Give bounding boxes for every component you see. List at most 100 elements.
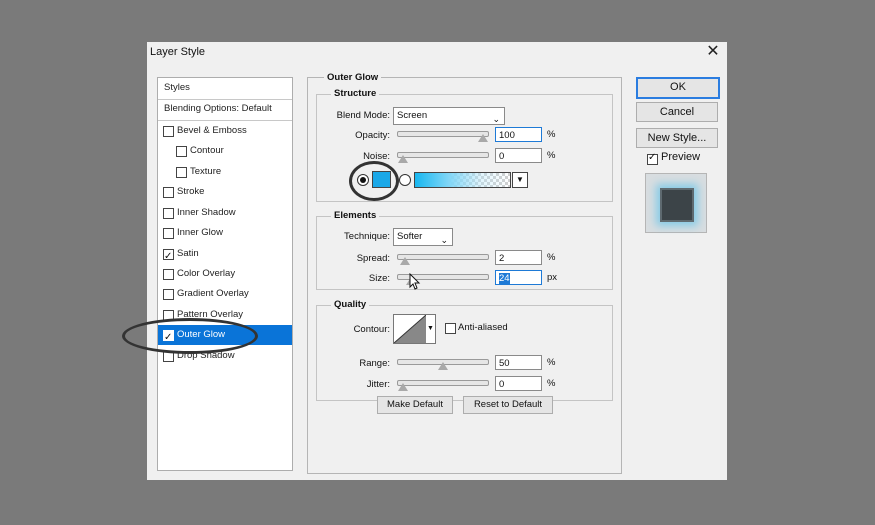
noise-unit: % xyxy=(547,150,556,161)
elements-group: Elements Technique: Softer ⌄ Spread: 2 %… xyxy=(316,210,613,290)
preview-thumbnail xyxy=(660,188,694,222)
style-item-gradient-overlay[interactable]: Gradient Overlay xyxy=(158,284,292,304)
style-item-label: Blending Options: Default xyxy=(164,103,272,114)
spread-value: 2 xyxy=(499,253,505,264)
style-item-checkbox[interactable] xyxy=(163,208,174,219)
spread-slider-thumb[interactable] xyxy=(400,257,410,265)
style-item-label: Bevel & Emboss xyxy=(177,125,247,136)
chevron-down-icon: ⌄ xyxy=(492,114,500,124)
noise-slider[interactable] xyxy=(397,152,489,163)
panel-title: Outer Glow xyxy=(324,72,382,83)
jitter-label: Jitter: xyxy=(366,379,390,390)
dialog-title: Layer Style xyxy=(150,46,206,58)
style-item-label: Inner Glow xyxy=(177,227,223,238)
style-item-bevel-emboss[interactable]: Bevel & Emboss xyxy=(158,121,292,141)
reset-to-default-button[interactable]: Reset to Default xyxy=(463,396,553,414)
style-item-checkbox[interactable] xyxy=(176,146,187,157)
jitter-value: 0 xyxy=(499,379,505,390)
style-item-label: Color Overlay xyxy=(177,268,236,279)
style-item-inner-glow[interactable]: Inner Glow xyxy=(158,223,292,243)
noise-input[interactable]: 0 xyxy=(495,148,542,163)
jitter-slider-thumb[interactable] xyxy=(398,383,408,391)
annotation-oval-outer-glow xyxy=(122,318,258,354)
layer-style-dialog: Layer Style ✕ Styles Blending Options: De… xyxy=(122,42,727,480)
make-default-button[interactable]: Make Default xyxy=(377,396,453,414)
contour-curve-icon xyxy=(394,315,426,343)
style-item-satin[interactable]: Satin xyxy=(158,244,292,267)
style-item-checkbox[interactable] xyxy=(176,167,187,178)
jitter-input[interactable]: 0 xyxy=(495,376,542,391)
spread-label: Spread: xyxy=(356,253,390,264)
style-item-checkbox[interactable] xyxy=(163,247,174,267)
quality-group: Quality Contour: ▼ Anti-aliased Range: 5… xyxy=(316,299,613,401)
new-style-button[interactable]: New Style... xyxy=(636,128,718,148)
opacity-unit: % xyxy=(547,129,556,140)
anti-aliased-label: Anti-aliased xyxy=(458,322,508,333)
style-item-label: Texture xyxy=(190,166,222,177)
preview-checkbox[interactable] xyxy=(647,152,658,165)
range-slider[interactable] xyxy=(397,359,489,370)
jitter-slider[interactable] xyxy=(397,380,489,391)
range-unit: % xyxy=(547,357,556,368)
gradient-dropdown-icon[interactable]: ▼ xyxy=(512,172,528,188)
opacity-slider-thumb[interactable] xyxy=(478,134,488,142)
style-item-checkbox[interactable] xyxy=(163,269,174,280)
style-preview xyxy=(645,173,707,233)
structure-title: Structure xyxy=(331,88,380,99)
style-item-checkbox[interactable] xyxy=(163,126,174,137)
style-item-checkbox[interactable] xyxy=(163,187,174,198)
opacity-slider[interactable] xyxy=(397,131,489,142)
style-item-checkbox[interactable] xyxy=(163,289,174,300)
quality-title: Quality xyxy=(331,299,370,310)
contour-dropdown-icon[interactable]: ▼ xyxy=(426,314,436,344)
chevron-down-icon: ⌄ xyxy=(440,235,448,245)
technique-select[interactable]: Softer ⌄ xyxy=(393,228,453,246)
style-item-inner-shadow[interactable]: Inner Shadow xyxy=(158,203,292,223)
glow-gradient-picker[interactable] xyxy=(414,172,511,188)
preview-label: Preview xyxy=(661,151,701,163)
contour-label: Contour: xyxy=(353,324,390,335)
jitter-unit: % xyxy=(547,378,556,389)
style-item-texture[interactable]: Texture xyxy=(158,162,292,182)
style-item-blending-options-default[interactable]: Blending Options: Default xyxy=(158,99,292,121)
style-item-color-overlay[interactable]: Color Overlay xyxy=(158,264,292,284)
close-icon[interactable]: ✕ xyxy=(705,43,721,61)
style-item-label: Gradient Overlay xyxy=(177,288,249,299)
size-unit: px xyxy=(547,272,558,283)
blend-mode-select[interactable]: Screen ⌄ xyxy=(393,107,505,125)
annotation-oval-color xyxy=(349,161,399,201)
styles-list: Styles Blending Options: Default Bevel & E… xyxy=(157,77,293,471)
cancel-button[interactable]: Cancel xyxy=(636,102,718,122)
contour-preview[interactable] xyxy=(393,314,427,344)
spread-slider[interactable] xyxy=(397,254,489,265)
title-bar: Layer Style ✕ xyxy=(147,42,727,64)
spread-unit: % xyxy=(547,252,556,263)
technique-value: Softer xyxy=(397,231,423,242)
range-input[interactable]: 50 xyxy=(495,355,542,370)
style-item-label: Stroke xyxy=(177,186,205,197)
elements-title: Elements xyxy=(331,210,380,221)
size-value: 24 xyxy=(499,273,510,284)
technique-label: Technique: xyxy=(344,231,390,242)
blend-mode-value: Screen xyxy=(397,110,428,121)
anti-aliased-checkbox[interactable] xyxy=(445,323,456,334)
noise-value: 0 xyxy=(499,151,505,162)
style-item-contour[interactable]: Contour xyxy=(158,141,292,161)
style-item-label: Satin xyxy=(177,248,199,259)
spread-input[interactable]: 2 xyxy=(495,250,542,265)
blend-mode-label: Blend Mode: xyxy=(336,110,390,121)
ok-button[interactable]: OK xyxy=(636,77,720,99)
opacity-label: Opacity: xyxy=(355,130,390,141)
mouse-cursor-icon xyxy=(409,273,421,290)
size-label: Size: xyxy=(368,273,390,284)
style-item-label: Contour xyxy=(190,145,224,156)
range-slider-thumb[interactable] xyxy=(438,362,448,370)
style-item-checkbox[interactable] xyxy=(163,228,174,239)
size-input[interactable]: 24 xyxy=(495,270,542,285)
gradient-radio[interactable] xyxy=(399,174,411,186)
noise-slider-thumb[interactable] xyxy=(398,155,408,163)
style-item-stroke[interactable]: Stroke xyxy=(158,182,292,202)
range-value: 50 xyxy=(499,358,510,369)
opacity-input[interactable]: 100 xyxy=(495,127,542,142)
style-item-styles[interactable]: Styles xyxy=(158,78,292,100)
